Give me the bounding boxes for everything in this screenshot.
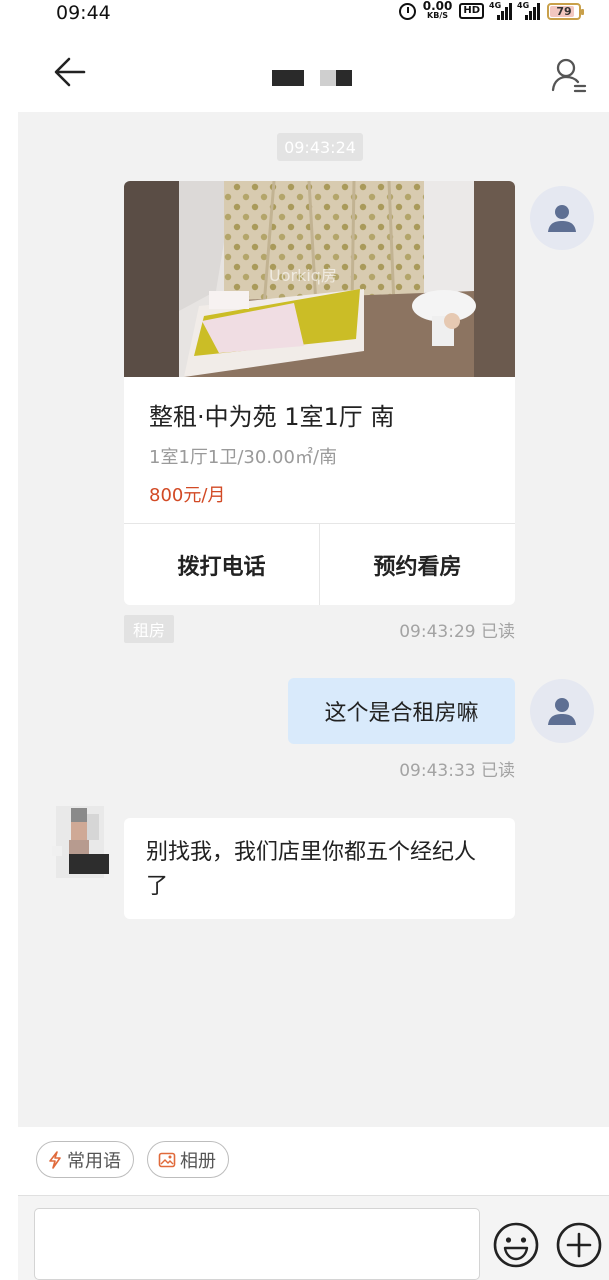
image-icon	[158, 1152, 176, 1167]
more-button[interactable]	[555, 1221, 603, 1269]
signal-label: 4G	[517, 0, 530, 10]
person-icon	[548, 205, 576, 232]
chat-area[interactable]: 09:43:24 Uorkiq房 整租·中为苑 1室1厅 南 1室1厅1卫/30…	[18, 112, 609, 1127]
input-bar	[18, 1195, 609, 1280]
listing-card[interactable]: Uorkiq房 整租·中为苑 1室1厅 南 1室1厅1卫/30.00㎡/南 80…	[124, 181, 515, 605]
album-label: 相册	[180, 1150, 216, 1172]
battery-icon: 79	[547, 2, 584, 20]
quick-bar: 常用语 相册	[18, 1127, 609, 1195]
net-speed-unit: KB/S	[427, 11, 449, 20]
card-read-status: 09:43:29 已读	[399, 622, 515, 642]
timestamp-chip: 09:43:24	[277, 133, 363, 161]
outgoing-read-status: 09:43:33 已读	[399, 761, 515, 781]
book-viewing-button[interactable]: 预约看房	[319, 524, 515, 605]
listing-actions: 拨打电话 预约看房	[124, 523, 515, 605]
signal-icon: 4G	[517, 0, 540, 20]
common-phrases-label: 常用语	[67, 1150, 121, 1172]
profile-button[interactable]	[551, 56, 587, 94]
user-avatar[interactable]	[530, 186, 594, 250]
user-list-icon	[551, 58, 587, 93]
smiley-icon	[493, 1222, 539, 1268]
chat-header	[18, 30, 609, 112]
net-speed-value: 0.00	[422, 0, 453, 13]
user-avatar[interactable]	[530, 679, 594, 743]
status-icons: 0.00 KB/S HD 4G 4G 79	[398, 0, 584, 20]
call-button[interactable]: 拨打电话	[124, 524, 319, 605]
rent-tag: 租房	[124, 615, 174, 643]
back-button[interactable]	[52, 54, 88, 90]
album-button[interactable]: 相册	[147, 1141, 229, 1178]
photo-watermark: Uorkiq房	[269, 266, 337, 285]
status-bar: 09:44 0.00 KB/S HD 4G 4G 79	[0, 0, 609, 30]
battery-level: 79	[556, 4, 572, 18]
hd-icon: HD	[459, 3, 484, 19]
lightning-icon	[49, 1150, 61, 1169]
listing-subtitle: 1室1厅1卫/30.00㎡/南	[149, 447, 338, 468]
listing-photo[interactable]: Uorkiq房	[124, 181, 515, 377]
outgoing-message[interactable]: 这个是合租房嘛	[288, 678, 515, 744]
status-time: 09:44	[56, 2, 111, 24]
person-icon	[548, 698, 576, 725]
incoming-message[interactable]: 别找我，我们店里你都五个经纪人了	[124, 818, 515, 919]
alarm-icon	[398, 2, 416, 20]
message-input[interactable]	[34, 1208, 480, 1280]
contact-name-redacted	[272, 70, 352, 86]
plus-circle-icon	[556, 1222, 602, 1268]
emoji-button[interactable]	[492, 1221, 540, 1269]
signal-icon: 4G	[489, 0, 512, 20]
net-speed: 0.00 KB/S	[422, 0, 453, 20]
signal-label: 4G	[489, 0, 502, 10]
agent-avatar[interactable]	[36, 806, 116, 878]
listing-title: 整租·中为苑 1室1厅 南	[149, 403, 395, 431]
common-phrases-button[interactable]: 常用语	[36, 1141, 134, 1178]
arrow-left-icon	[54, 57, 86, 87]
listing-price: 800元/月	[149, 485, 226, 506]
